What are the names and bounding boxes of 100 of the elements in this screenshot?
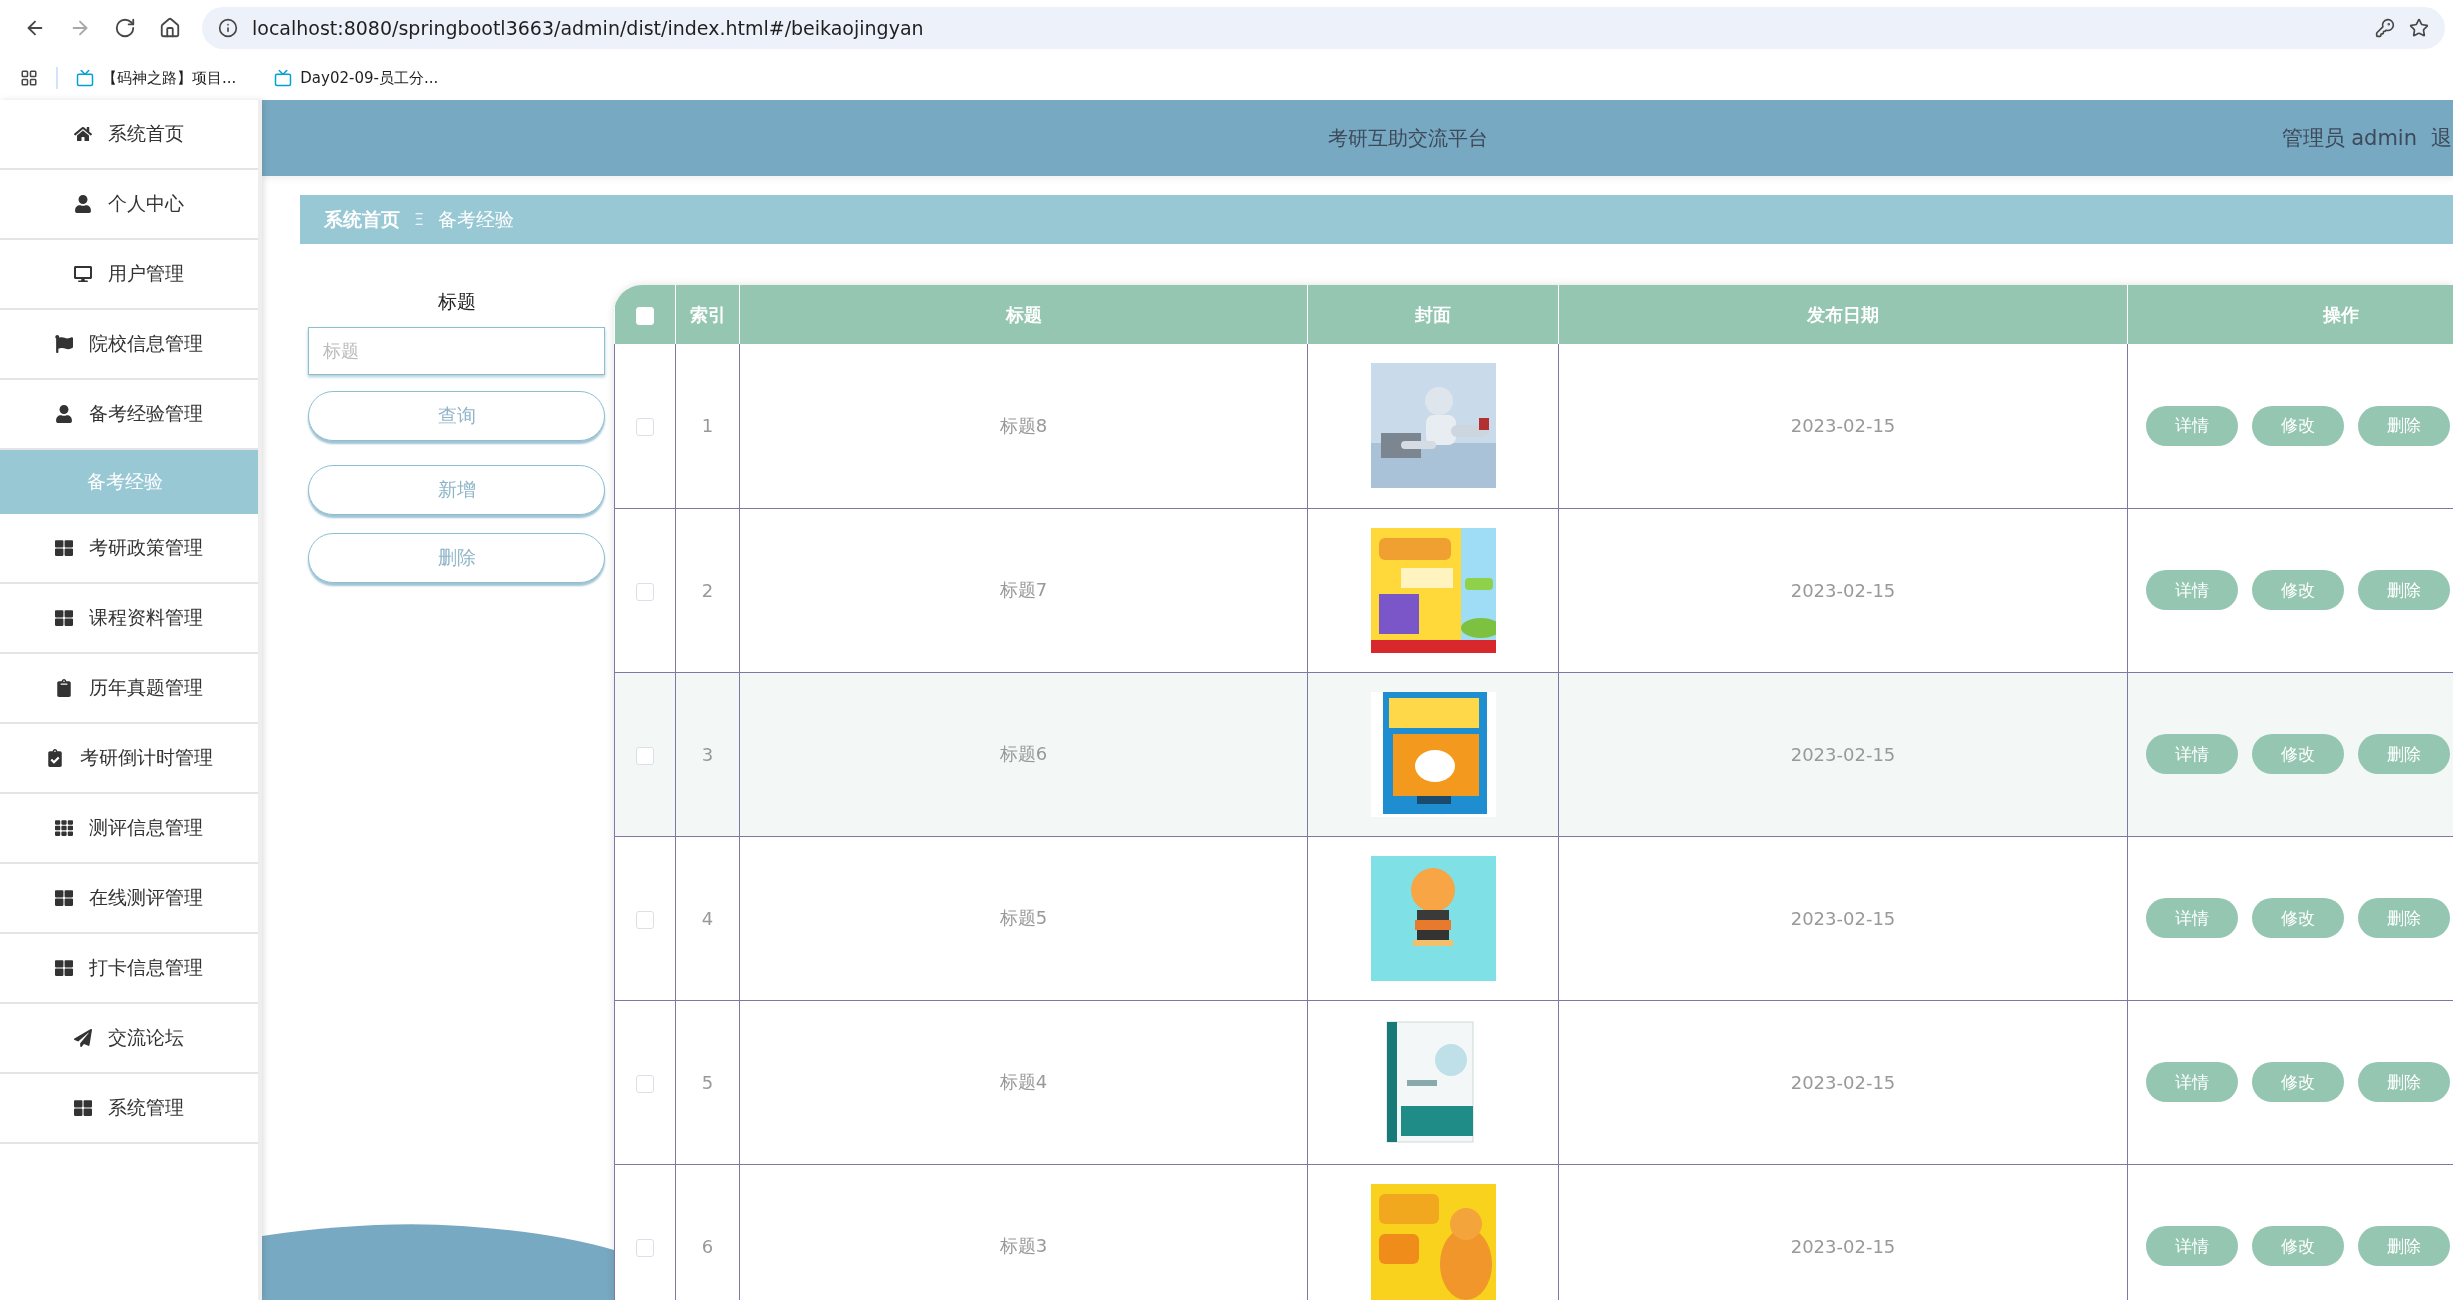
bookmark[interactable]: Day02-09-员工分...	[274, 68, 439, 88]
row-action-button[interactable]: 删除	[2358, 1062, 2450, 1102]
user-icon	[55, 405, 73, 423]
table-row[interactable]: 5 标题4 2023-02-15 详情 修改 删除	[614, 1000, 2453, 1164]
logout-link[interactable]: 退	[2431, 124, 2452, 152]
row-action-button[interactable]: 详情	[2146, 734, 2238, 774]
row-checkbox[interactable]	[636, 418, 654, 437]
date-cell: 2023-02-15	[1790, 907, 1896, 929]
breadcrumb-link[interactable]: 系统首页	[324, 206, 400, 233]
row-action-button[interactable]: 修改	[2252, 898, 2344, 938]
date-cell: 2023-02-15	[1790, 579, 1896, 601]
row-action-button[interactable]: 删除	[2358, 898, 2450, 938]
grid-icon	[74, 1099, 92, 1117]
sidebar-item[interactable]: 打卡信息管理	[0, 934, 258, 1004]
paper-plane-icon	[74, 1029, 92, 1047]
sidebar-item[interactable]: 在线测评管理	[0, 864, 258, 934]
app-title: 考研互助交流平台	[1328, 124, 1488, 152]
row-checkbox[interactable]	[636, 582, 654, 601]
breadcrumb-link[interactable]: 备考经验	[438, 206, 515, 233]
row-action-button[interactable]: 删除	[2358, 734, 2450, 774]
action-button[interactable]: 删除	[308, 533, 605, 583]
column-header: 标题	[739, 285, 1308, 344]
sidebar-item[interactable]: 备考经验管理	[0, 380, 258, 450]
grid-icon	[55, 889, 73, 907]
sidebar-item[interactable]: 用户管理	[0, 240, 258, 310]
index-cell: 6	[701, 1235, 714, 1257]
date-cell: 2023-02-15	[1790, 743, 1896, 765]
sidebar-item[interactable]: 测评信息管理	[0, 794, 258, 864]
grid-icon	[55, 959, 73, 977]
grid-icon	[55, 819, 73, 837]
row-action-button[interactable]: 删除	[2358, 405, 2450, 446]
sidebar-item[interactable]: 考研政策管理	[0, 514, 258, 584]
home-icon	[74, 125, 92, 143]
select-all-checkbox[interactable]	[636, 307, 654, 325]
table-row[interactable]: 3 标题6 2023-02-15 详情 修改 删除	[614, 672, 2453, 836]
date-cell: 2023-02-15	[1790, 1071, 1896, 1093]
date-cell: 2023-02-15	[1790, 415, 1896, 437]
reload-icon	[113, 17, 136, 39]
title-cell: 标题3	[999, 1235, 1048, 1256]
key-icon[interactable]	[2375, 18, 2395, 38]
index-cell: 1	[701, 415, 714, 437]
column-header: 发布日期	[1558, 285, 2128, 344]
table-row[interactable]: 1 标题8 2023-02-15 详情 修改 删除	[614, 344, 2453, 508]
row-action-button[interactable]: 修改	[2252, 570, 2344, 610]
field-label: 标题	[436, 289, 477, 314]
action-button[interactable]: 新增	[308, 465, 605, 515]
monitor-icon	[74, 265, 92, 283]
user-name: 管理员 admin	[2281, 125, 2417, 152]
row-checkbox[interactable]	[636, 1238, 654, 1257]
row-checkbox[interactable]	[636, 1074, 654, 1093]
row-action-button[interactable]: 修改	[2252, 1062, 2344, 1102]
sidebar-item[interactable]: 备考经验	[0, 450, 258, 514]
flag-icon	[55, 335, 73, 353]
title-search-field[interactable]: 标题	[308, 327, 605, 375]
row-action-button[interactable]: 删除	[2358, 1226, 2450, 1266]
row-action-button[interactable]: 详情	[2146, 1226, 2238, 1266]
row-action-button[interactable]: 修改	[2252, 1226, 2344, 1266]
row-checkbox[interactable]	[636, 746, 654, 765]
star-icon[interactable]	[2409, 18, 2429, 38]
sidebar-item[interactable]: 系统管理	[0, 1074, 258, 1144]
title-cell: 标题6	[999, 743, 1048, 764]
row-action-button[interactable]: 详情	[2146, 405, 2238, 446]
address-bar[interactable]: localhost:8080/springbootl3663/admin/dist/index.html#/beikaojingyan	[202, 7, 2445, 49]
title-cell: 标题5	[999, 907, 1048, 928]
row-action-button[interactable]: 删除	[2358, 570, 2450, 610]
index-cell: 3	[701, 743, 714, 765]
user-icon	[74, 195, 92, 213]
title-cell: 标题7	[999, 579, 1048, 600]
apps-icon[interactable]	[20, 69, 38, 87]
info-icon[interactable]	[218, 18, 238, 38]
row-action-button[interactable]: 详情	[2146, 570, 2238, 610]
sidebar-item[interactable]: 考研倒计时管理	[0, 724, 258, 794]
sidebar-item[interactable]: 院校信息管理	[0, 310, 258, 380]
grid-icon	[55, 609, 73, 627]
bookmark[interactable]: 【码神之路】项目...	[76, 68, 237, 88]
title-cell: 标题8	[999, 414, 1048, 436]
row-action-button[interactable]: 修改	[2252, 405, 2344, 446]
row-action-button[interactable]: 修改	[2252, 734, 2344, 774]
sidebar-item[interactable]: 交流论坛	[0, 1004, 258, 1074]
tv-icon	[76, 69, 94, 87]
sidebar-item[interactable]: 系统首页	[0, 100, 258, 170]
table-row[interactable]: 4 标题5 2023-02-15 详情 修改 删除	[614, 836, 2453, 1000]
table-row[interactable]: 2 标题7 2023-02-15 详情 修改 删除	[614, 508, 2453, 672]
breadcrumb-separator: Ξ	[414, 210, 425, 229]
clipboard-check-icon	[45, 749, 64, 767]
action-button[interactable]: 查询	[308, 391, 605, 441]
table-row[interactable]: 6 标题3 2023-02-15 详情 修改 删除	[614, 1164, 2453, 1300]
sidebar-item[interactable]: 个人中心	[0, 170, 258, 240]
column-header: 索引	[675, 285, 740, 344]
index-cell: 4	[701, 907, 714, 929]
date-cell: 2023-02-15	[1790, 1235, 1896, 1257]
clipboard-icon	[55, 679, 73, 697]
row-checkbox[interactable]	[636, 910, 654, 929]
column-header: 操作	[2127, 285, 2453, 344]
row-action-button[interactable]: 详情	[2146, 1062, 2238, 1102]
index-cell: 2	[701, 579, 714, 601]
grid-icon	[55, 539, 73, 557]
sidebar-item[interactable]: 历年真题管理	[0, 654, 258, 724]
sidebar-item[interactable]: 课程资料管理	[0, 584, 258, 654]
row-action-button[interactable]: 详情	[2146, 898, 2238, 938]
